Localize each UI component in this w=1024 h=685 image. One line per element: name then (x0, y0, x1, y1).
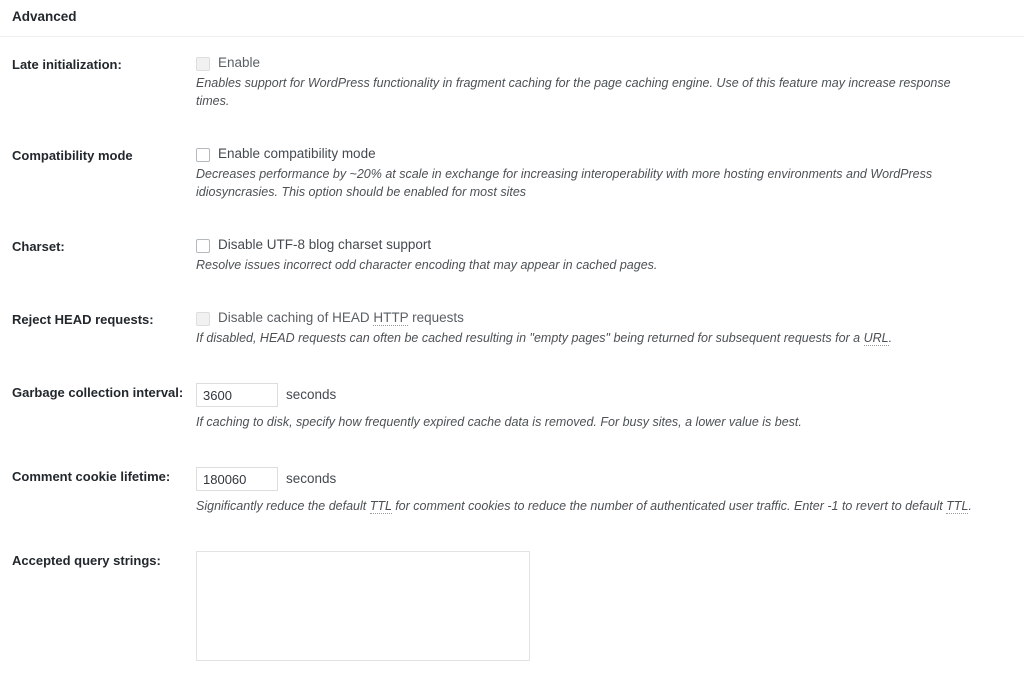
advanced-settings-table: Late initialization: Enable Enables supp… (0, 37, 1024, 685)
reject-head-desc-post: . (888, 331, 893, 346)
advanced-settings-panel: Advanced Late initialization: Enable Ena… (0, 0, 1024, 685)
compatibility-mode-checkbox-row[interactable]: Enable compatibility mode (196, 146, 1004, 163)
late-initialization-description: Enables support for WordPress functional… (196, 75, 951, 108)
garbage-collection-description: If caching to disk, specify how frequent… (196, 415, 802, 430)
field-garbage-collection-interval: seconds If caching to disk, specify how … (196, 365, 1024, 449)
charset-checkbox-row[interactable]: Disable UTF-8 blog charset support (196, 237, 1004, 254)
row-reject-head-requests: Reject HEAD requests: Disable caching of… (0, 292, 1024, 365)
field-late-initialization: Enable Enables support for WordPress fun… (196, 37, 1024, 128)
charset-checkbox-label: Disable UTF-8 blog charset support (218, 237, 432, 253)
reject-head-label-post: requests (408, 310, 464, 326)
late-initialization-checkbox[interactable] (196, 56, 210, 71)
label-charset: Charset: (12, 239, 65, 255)
label-comment-cookie-lifetime: Comment cookie lifetime: (12, 469, 171, 485)
row-comment-cookie-lifetime: Comment cookie lifetime: seconds Signifi… (0, 449, 1024, 533)
field-comment-cookie-lifetime: seconds Significantly reduce the default… (196, 449, 1024, 533)
row-garbage-collection-interval: Garbage collection interval: seconds If … (0, 365, 1024, 449)
garbage-collection-interval-input[interactable] (196, 383, 278, 408)
comment-cookie-desc-mid: for comment cookies to reduce the number… (391, 499, 947, 514)
field-compatibility-mode: Enable compatibility mode Decreases perf… (196, 128, 1024, 219)
reject-head-checkbox-label: Disable caching of HEAD HTTP requests (218, 310, 464, 327)
reject-head-checkbox[interactable] (196, 312, 210, 327)
charset-checkbox[interactable] (196, 239, 210, 254)
reject-head-desc-pre: If disabled, HEAD requests can often be … (196, 331, 864, 346)
comment-cookie-unit: seconds (286, 471, 337, 487)
row-compatibility-mode: Compatibility mode Enable compatibility … (0, 128, 1024, 219)
url-abbr-icon: URL (863, 331, 889, 347)
reject-head-checkbox-row[interactable]: Disable caching of HEAD HTTP requests (196, 310, 1004, 327)
comment-cookie-lifetime-input[interactable] (196, 467, 278, 492)
compatibility-mode-description: Decreases performance by ~20% at scale i… (196, 166, 933, 200)
panel-title: Advanced (0, 0, 1024, 37)
ttl-abbr-icon-2: TTL (946, 499, 969, 515)
field-charset: Disable UTF-8 blog charset support Resol… (196, 219, 1024, 292)
compatibility-mode-checkbox-label: Enable compatibility mode (218, 146, 376, 162)
comment-cookie-input-row: seconds (196, 467, 1004, 492)
reject-head-description: If disabled, HEAD requests can often be … (196, 329, 986, 347)
reject-head-label-pre: Disable caching of HEAD (218, 310, 374, 326)
label-compatibility-mode: Compatibility mode (12, 148, 133, 164)
comment-cookie-desc-post: . (968, 499, 972, 514)
charset-description: Resolve issues incorrect odd character e… (196, 258, 658, 273)
http-abbr-icon: HTTP (373, 310, 409, 327)
ttl-abbr-icon-1: TTL (369, 499, 392, 515)
late-initialization-checkbox-row[interactable]: Enable (196, 55, 1004, 72)
field-accepted-query-strings (196, 533, 1024, 685)
compatibility-mode-checkbox[interactable] (196, 148, 210, 163)
garbage-collection-input-row: seconds (196, 383, 1004, 408)
comment-cookie-description: Significantly reduce the default TTL for… (196, 497, 986, 515)
row-accepted-query-strings: Accepted query strings: (0, 533, 1024, 685)
row-late-initialization: Late initialization: Enable Enables supp… (0, 37, 1024, 128)
accepted-query-strings-textarea[interactable] (196, 551, 530, 662)
late-initialization-checkbox-label: Enable (218, 54, 261, 70)
label-garbage-collection-interval: Garbage collection interval: (12, 385, 184, 401)
label-accepted-query-strings: Accepted query strings: (12, 553, 161, 569)
comment-cookie-desc-pre: Significantly reduce the default (196, 499, 370, 514)
row-charset: Charset: Disable UTF-8 blog charset supp… (0, 219, 1024, 292)
garbage-collection-unit: seconds (286, 387, 337, 403)
field-reject-head-requests: Disable caching of HEAD HTTP requests If… (196, 292, 1024, 365)
label-late-initialization: Late initialization: (12, 56, 122, 72)
label-reject-head-requests: Reject HEAD requests: (12, 312, 154, 328)
